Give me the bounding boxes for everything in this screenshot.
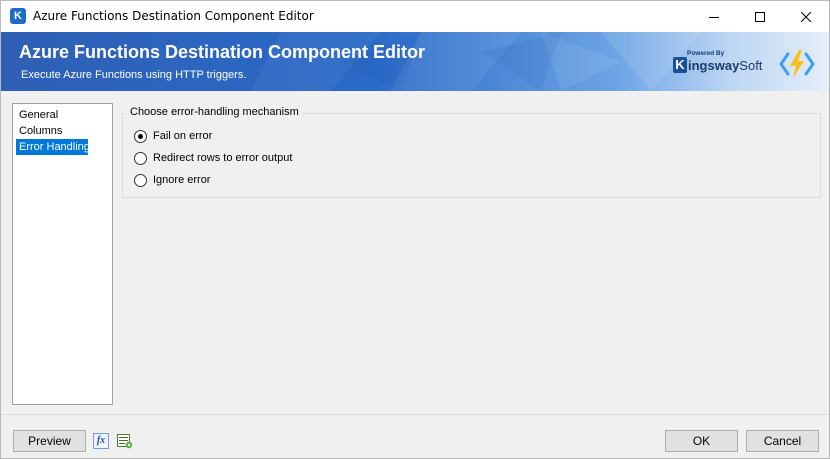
- logo-k-mark: K: [673, 57, 687, 73]
- window-title: Azure Functions Destination Component Ed…: [33, 9, 314, 23]
- ignore-error-option[interactable]: Ignore error: [134, 172, 210, 188]
- expression-fx-icon[interactable]: fx: [93, 433, 109, 449]
- redirect-rows-option[interactable]: Redirect rows to error output: [134, 150, 292, 166]
- banner-subtitle: Execute Azure Functions using HTTP trigg…: [21, 69, 247, 81]
- page-nav-list: General Columns Error Handling: [12, 103, 113, 405]
- ignore-error-label: Ignore error: [153, 174, 211, 186]
- kingswaysoft-app-icon: K: [10, 8, 26, 24]
- fail-on-error-label: Fail on error: [153, 130, 213, 142]
- title-bar: K Azure Functions Destination Component …: [1, 1, 829, 32]
- minimize-icon: [709, 16, 719, 18]
- nav-item-columns[interactable]: Columns: [16, 123, 109, 139]
- preview-button[interactable]: Preview: [13, 430, 86, 452]
- maximize-button[interactable]: [737, 1, 783, 32]
- redirect-rows-radio[interactable]: [134, 151, 147, 165]
- close-button[interactable]: [783, 1, 829, 32]
- kingswaysoft-logo: Powered By K ingswaySoft: [673, 50, 765, 78]
- ignore-error-radio[interactable]: [134, 173, 147, 187]
- banner-title: Azure Functions Destination Component Ed…: [19, 42, 425, 62]
- error-handling-group-label: Choose error-handling mechanism: [127, 106, 302, 118]
- azure-functions-icon: [779, 50, 815, 78]
- logo-powered-by: Powered By: [687, 50, 725, 57]
- footer-divider: [1, 414, 829, 415]
- minimize-button[interactable]: [691, 1, 737, 32]
- editor-window: K Azure Functions Destination Component …: [0, 0, 830, 459]
- fail-on-error-radio[interactable]: [134, 129, 147, 143]
- ok-button[interactable]: OK: [665, 430, 738, 452]
- maximize-icon: [755, 11, 765, 22]
- variables-icon[interactable]: [116, 433, 133, 449]
- cancel-button[interactable]: Cancel: [746, 430, 819, 452]
- redirect-rows-label: Redirect rows to error output: [153, 152, 293, 164]
- logo-wordmark: ingswaySoft: [688, 58, 762, 73]
- nav-item-general[interactable]: General: [16, 107, 109, 123]
- nav-item-error-handling[interactable]: Error Handling: [16, 139, 90, 155]
- close-icon: [801, 11, 811, 22]
- logo-word-soft: Soft: [739, 58, 763, 73]
- header-banner: Azure Functions Destination Component Ed…: [1, 32, 829, 91]
- fail-on-error-option[interactable]: Fail on error: [134, 128, 212, 144]
- logo-word-main: ingsway: [688, 58, 740, 73]
